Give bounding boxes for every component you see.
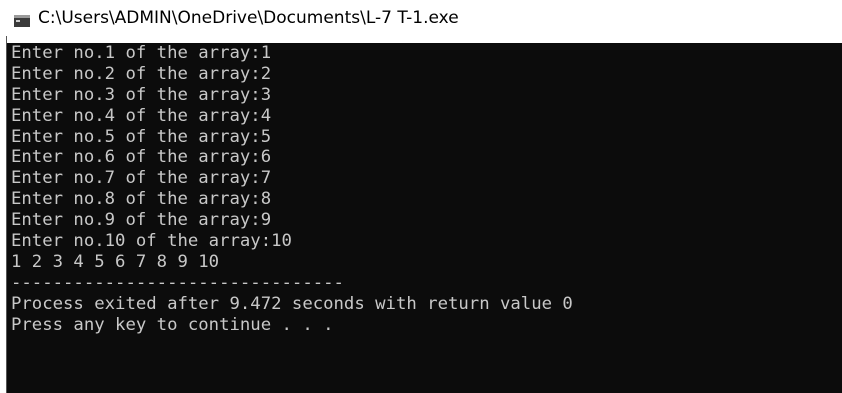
console-line: Enter no.7 of the array:7 [11,168,272,189]
console-line: Enter no.3 of the array:3 [11,84,272,105]
window-title: C:\Users\ADMIN\OneDrive\Documents\L-7 T-… [38,8,459,28]
console-line: Enter no.4 of the array:4 [11,105,272,126]
console-output-area[interactable]: Enter no.1 of the array:1 Enter no.2 of … [7,43,842,393]
console-line: Enter no.8 of the array:8 [11,189,272,210]
process-exit-message: Process exited after 9.472 seconds with … [11,293,573,314]
console-app-icon[interactable] [14,15,30,27]
console-line: Enter no.6 of the array:6 [11,147,272,168]
title-bar[interactable]: C:\Users\ADMIN\OneDrive\Documents\L-7 T-… [0,0,842,40]
console-line: Enter no.9 of the array:9 [11,210,272,231]
console-line: Enter no.5 of the array:5 [11,126,272,147]
console-line: Enter no.1 of the array:1 [11,43,272,63]
console-window: C:\Users\ADMIN\OneDrive\Documents\L-7 T-… [0,0,842,393]
console-line: 1 2 3 4 5 6 7 8 9 10 [11,251,220,272]
console-lines: Enter no.1 of the array:1 Enter no.2 of … [11,43,573,335]
continue-prompt: Press any key to continue . . . [11,314,334,335]
console-line: Enter no.2 of the array:2 [11,63,272,84]
console-line: Enter no.10 of the array:10 [11,231,292,252]
separator-line: -------------------------------- [11,272,344,293]
